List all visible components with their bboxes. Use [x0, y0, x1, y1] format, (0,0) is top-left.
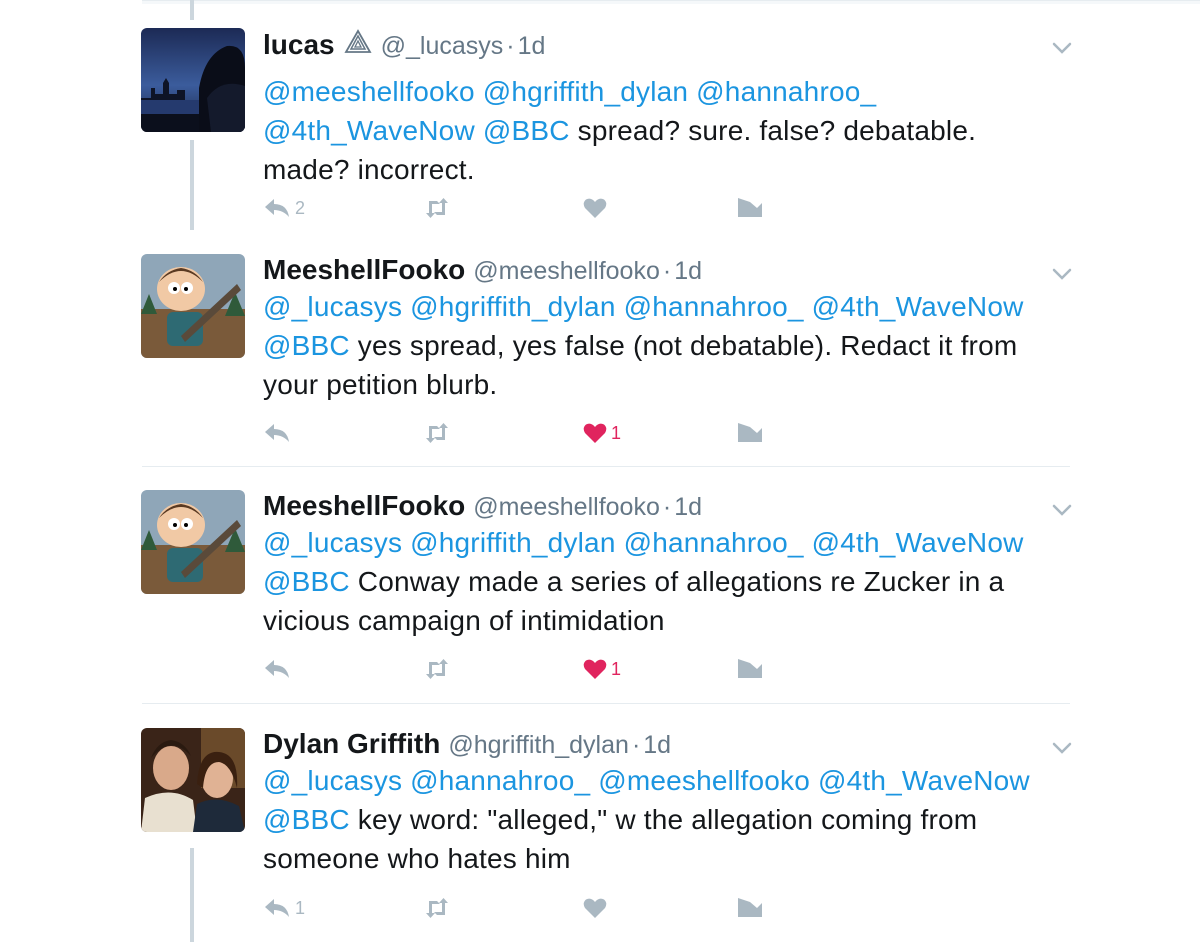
tweet-text-part: someone who hates him	[263, 843, 571, 874]
mentions[interactable]: @4th_WaveNow @BBC	[263, 115, 570, 146]
tweet-text-part: vicious campaign of intimidation	[263, 605, 665, 636]
chevron-down-icon[interactable]	[1052, 42, 1072, 54]
separator-dot: ·	[662, 257, 672, 285]
separator-dot: ·	[506, 32, 515, 60]
display-name[interactable]: MeeshellFooko	[263, 254, 465, 286]
like-button[interactable]	[583, 893, 611, 923]
reply-icon	[265, 899, 289, 917]
handle[interactable]: @hgriffith_dylan	[448, 731, 629, 760]
mentions[interactable]: @_lucasys @hannahroo_ @meeshellfooko @4t…	[263, 765, 1030, 796]
like-count: 1	[611, 422, 622, 443]
divider	[142, 466, 1070, 467]
mentions[interactable]: @_lucasys @hgriffith_dylan @hannahroo_ @…	[263, 527, 1024, 558]
separator-dot: ·	[662, 493, 672, 521]
chevron-down-icon[interactable]	[1052, 504, 1072, 516]
thread-line	[190, 140, 194, 230]
mentions[interactable]: @_lucasys @hgriffith_dylan @hannahroo_ @…	[263, 291, 1024, 322]
reply-icon	[265, 424, 289, 442]
like-button[interactable]	[583, 193, 611, 223]
tweet-text-part: yes spread, yes false (not debatable). R…	[349, 330, 1018, 361]
avatar-image	[141, 728, 245, 832]
reply-icon	[265, 660, 289, 678]
mentions[interactable]: @BBC	[263, 804, 350, 835]
reply-button[interactable]	[263, 654, 295, 684]
envelope-icon	[738, 423, 762, 442]
avatar-image	[141, 28, 245, 132]
retweet-button[interactable]	[423, 418, 451, 448]
tweet-text: @_lucasys @hgriffith_dylan @hannahroo_ @…	[263, 287, 1073, 404]
tweet-text-part: key word: "alleged," w the allegation co…	[349, 804, 978, 835]
envelope-icon	[738, 659, 762, 678]
display-name[interactable]: Dylan Griffith	[263, 728, 440, 760]
retweet-button[interactable]	[423, 893, 451, 923]
handle[interactable]: @_lucasys	[381, 32, 504, 61]
reply-button[interactable]	[263, 418, 295, 448]
tweet-text-part: Conway made a series of allegations re Z…	[349, 566, 1005, 597]
tweet-text: @_lucasys @hannahroo_ @meeshellfooko @4t…	[263, 761, 1073, 878]
tweet-text: @meeshellfooko @hgriffith_dylan @hannahr…	[263, 72, 1073, 189]
heart-icon	[583, 898, 607, 918]
retweet-icon	[426, 423, 448, 443]
retweet-button[interactable]	[423, 193, 451, 223]
mentions[interactable]: @BBC	[263, 566, 350, 597]
tweet-text-part: spread? sure. false? debatable.	[569, 115, 977, 146]
direct-message-button[interactable]	[737, 893, 763, 923]
heart-icon	[583, 423, 607, 443]
thread-line	[190, 0, 194, 20]
direct-message-button[interactable]	[737, 418, 763, 448]
paperclip-triangle-icon	[343, 28, 373, 54]
timestamp[interactable]: 1d	[643, 731, 671, 760]
envelope-icon	[738, 898, 762, 917]
reply-count: 2	[295, 197, 306, 218]
chevron-down-icon[interactable]	[1052, 742, 1072, 754]
handle[interactable]: @meeshellfooko	[473, 493, 660, 522]
avatar-image	[141, 254, 245, 358]
top-divider	[142, 0, 1200, 4]
like-count: 1	[611, 658, 622, 679]
handle[interactable]: @meeshellfooko	[473, 257, 660, 286]
avatar-lucas[interactable]	[141, 28, 245, 132]
avatar-image	[141, 490, 245, 594]
reply-button[interactable]: 1	[263, 893, 305, 923]
separator-dot: ·	[631, 731, 641, 759]
timestamp[interactable]: 1d	[518, 32, 546, 61]
chevron-down-icon[interactable]	[1052, 268, 1072, 280]
like-button[interactable]: 1	[583, 654, 621, 684]
retweet-button[interactable]	[423, 654, 451, 684]
tweet-text-part: your petition blurb.	[263, 369, 498, 400]
heart-icon	[583, 659, 607, 679]
reply-count: 1	[295, 897, 306, 918]
display-name[interactable]: lucas	[263, 29, 335, 61]
retweet-icon	[426, 198, 448, 218]
retweet-icon	[426, 659, 448, 679]
display-name[interactable]: MeeshellFooko	[263, 490, 465, 522]
direct-message-button[interactable]	[737, 654, 763, 684]
heart-icon	[583, 198, 607, 218]
tweet-text: @_lucasys @hgriffith_dylan @hannahroo_ @…	[263, 523, 1073, 640]
timestamp[interactable]: 1d	[674, 257, 702, 286]
timestamp[interactable]: 1d	[674, 493, 702, 522]
tweet-text-part: made? incorrect.	[263, 154, 475, 185]
thread-line	[190, 848, 194, 942]
retweet-icon	[426, 898, 448, 918]
avatar-meeshellfooko[interactable]	[141, 254, 245, 358]
reply-button[interactable]: 2	[263, 193, 305, 223]
mentions[interactable]: @meeshellfooko @hgriffith_dylan @hannahr…	[263, 76, 876, 107]
envelope-icon	[738, 198, 762, 217]
divider	[142, 703, 1070, 704]
avatar-meeshellfooko[interactable]	[141, 490, 245, 594]
avatar-dylan-griffith[interactable]	[141, 728, 245, 832]
mentions[interactable]: @BBC	[263, 330, 350, 361]
direct-message-button[interactable]	[737, 193, 763, 223]
like-button[interactable]: 1	[583, 418, 621, 448]
reply-icon	[265, 199, 289, 217]
